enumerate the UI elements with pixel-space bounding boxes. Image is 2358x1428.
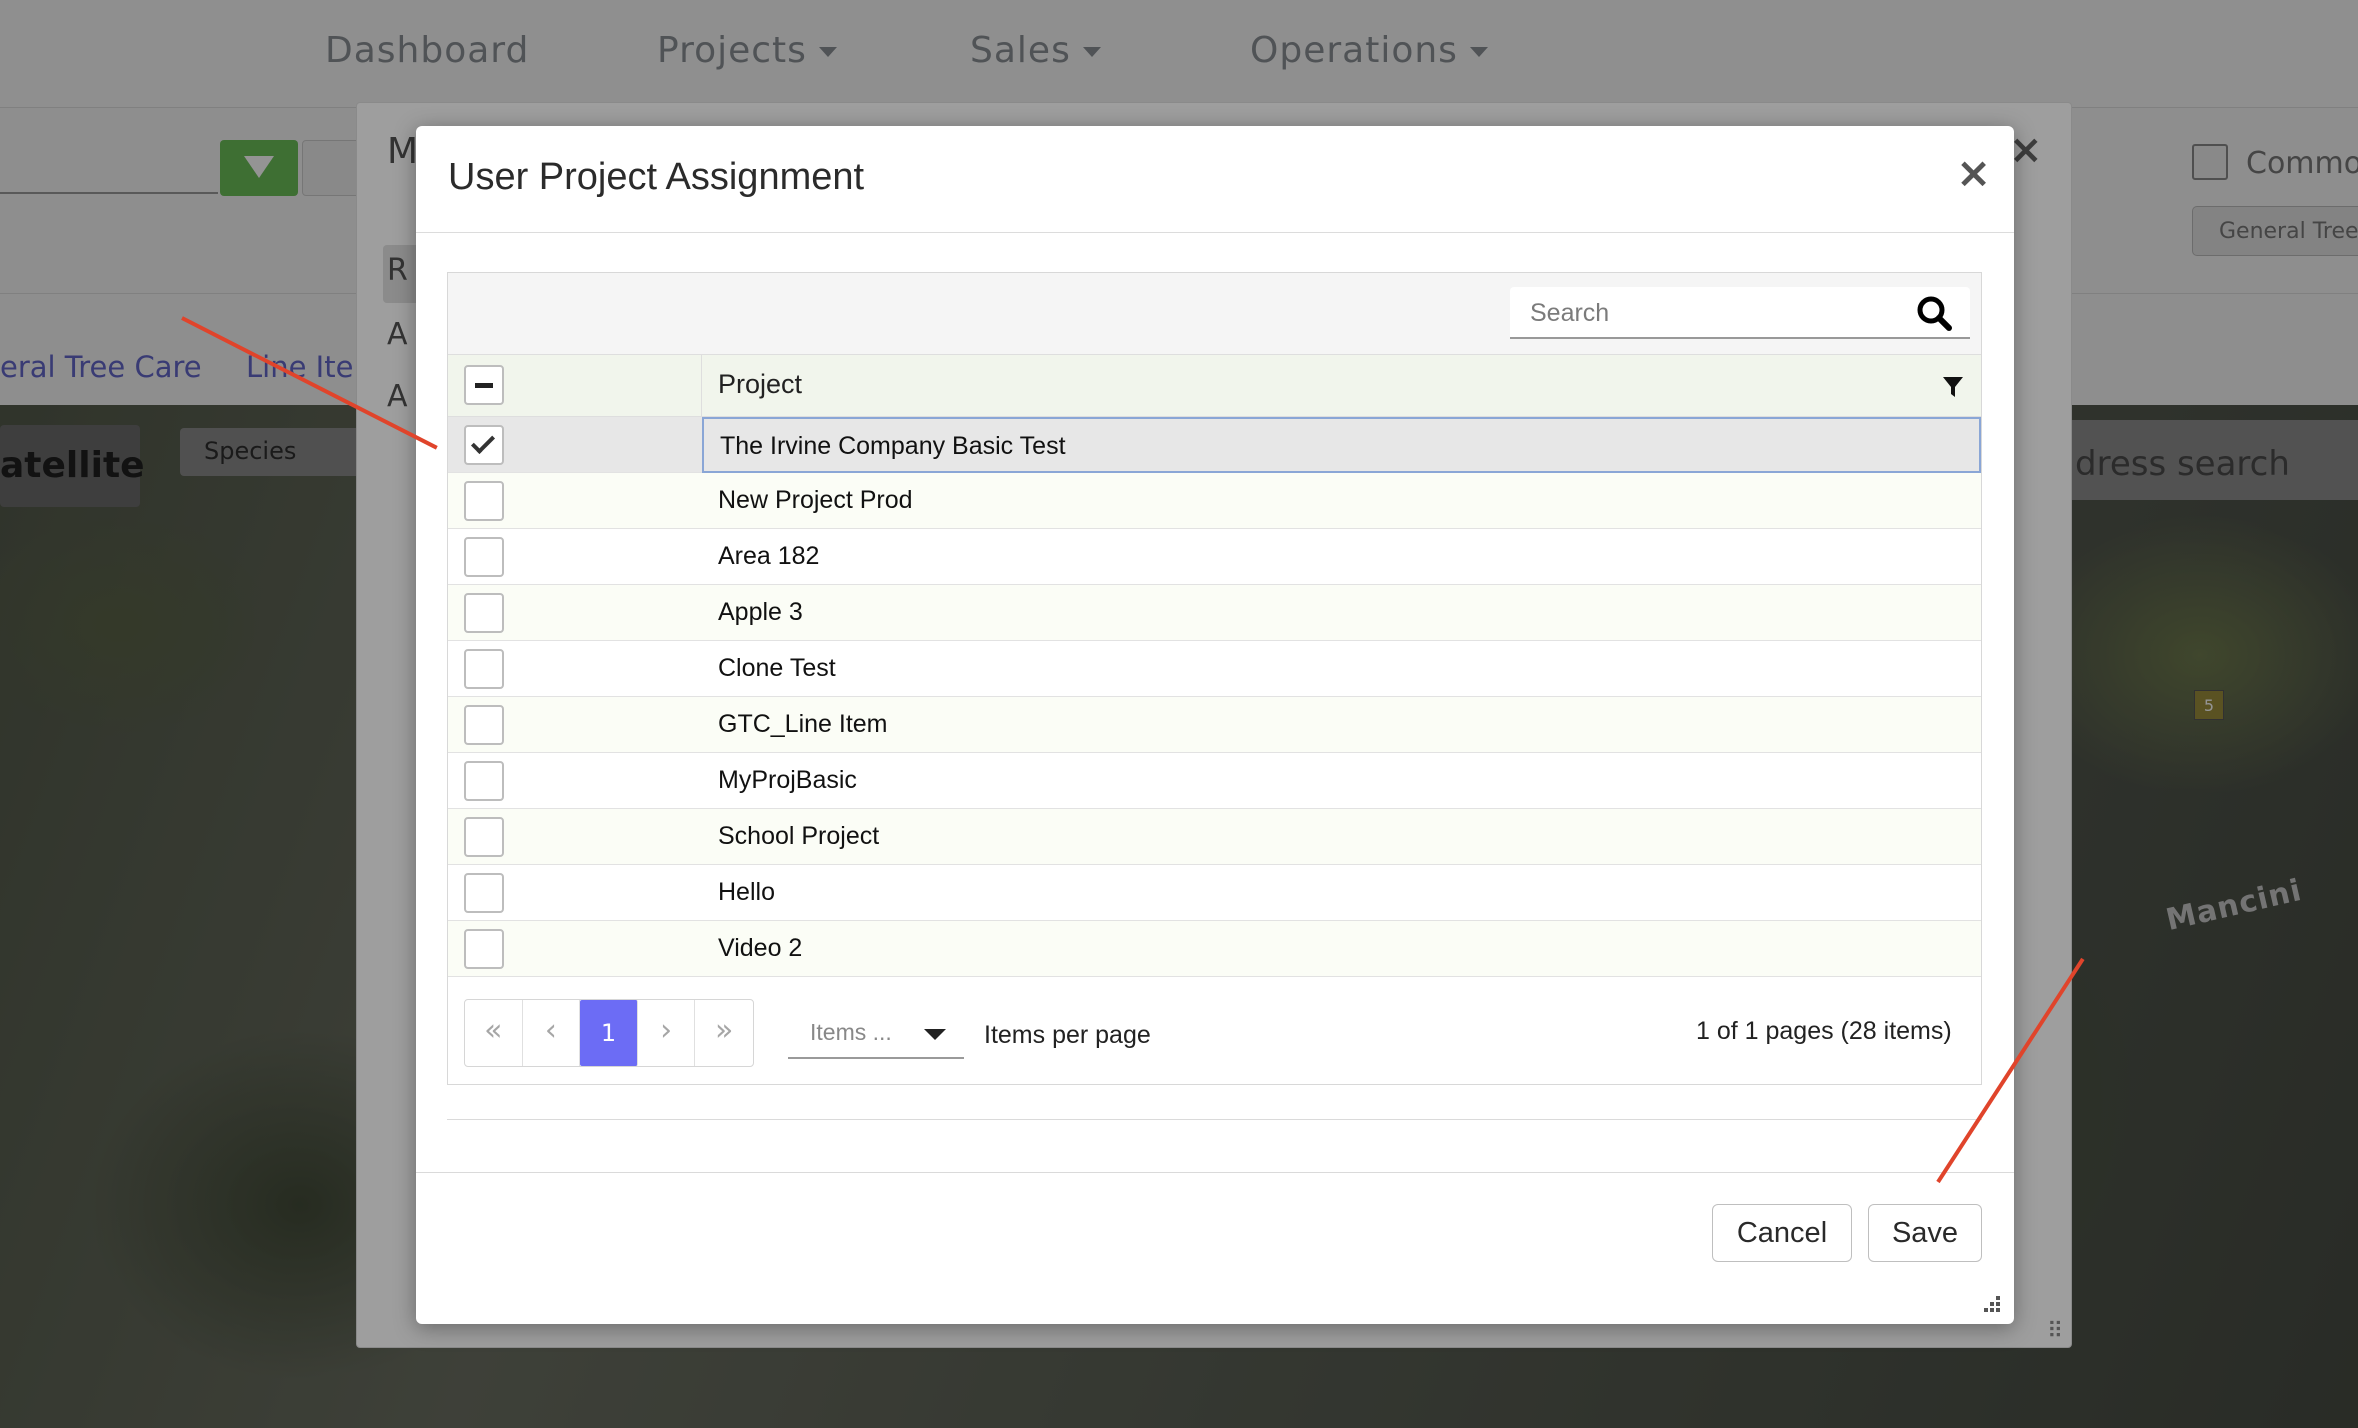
project-name-cell[interactable]: Video 2 xyxy=(702,921,1981,977)
user-project-assignment-dialog: User Project Assignment × Project The Ir… xyxy=(416,126,2014,1324)
table-row[interactable]: GTC_Line Item xyxy=(448,697,1981,753)
table-row[interactable]: Hello xyxy=(448,865,1981,921)
search-box xyxy=(1510,287,1970,339)
project-name-cell[interactable]: Area 182 xyxy=(702,529,1981,585)
project-name-cell[interactable]: Apple 3 xyxy=(702,585,1981,641)
resize-grip-icon[interactable]: ⠿ xyxy=(2047,1319,2063,1344)
row-checkbox[interactable] xyxy=(464,649,504,689)
checkmark-icon xyxy=(470,429,496,455)
row-checkbox[interactable] xyxy=(464,593,504,633)
grid-toolbar xyxy=(448,273,1981,355)
table-row[interactable]: School Project xyxy=(448,809,1981,865)
save-button[interactable]: Save xyxy=(1868,1204,1982,1262)
dialog-title: User Project Assignment xyxy=(448,156,865,198)
select-all-checkbox[interactable] xyxy=(464,365,504,405)
first-page-icon[interactable]: « xyxy=(465,1000,523,1066)
pager: « ‹ 1 › » Items ... Items per page 1 of … xyxy=(448,983,1981,1083)
project-name-cell[interactable]: School Project xyxy=(702,809,1981,865)
items-per-page-value: Items ... xyxy=(810,1019,892,1045)
project-grid: Project The Irvine Company Basic TestNew… xyxy=(447,272,1982,1085)
row-checkbox[interactable] xyxy=(464,761,504,801)
select-all-cell xyxy=(448,355,702,417)
table-row[interactable]: MyProjBasic xyxy=(448,753,1981,809)
project-name-cell[interactable]: GTC_Line Item xyxy=(702,697,1981,753)
row-checkbox[interactable] xyxy=(464,425,504,465)
row-checkbox[interactable] xyxy=(464,817,504,857)
project-name-cell[interactable]: MyProjBasic xyxy=(702,753,1981,809)
project-name-cell[interactable]: Hello xyxy=(702,865,1981,921)
table-row[interactable]: Video 2 xyxy=(448,921,1981,977)
table-row[interactable]: New Project Prod xyxy=(448,473,1981,529)
items-per-page-select[interactable]: Items ... xyxy=(788,1009,964,1059)
column-header-project[interactable]: Project xyxy=(718,369,802,400)
background-modal-letter: A xyxy=(387,379,408,414)
project-name-cell[interactable]: Clone Test xyxy=(702,641,1981,697)
row-checkbox[interactable] xyxy=(464,481,504,521)
table-row[interactable]: Apple 3 xyxy=(448,585,1981,641)
background-modal-title: M xyxy=(387,131,419,172)
grid-header: Project xyxy=(448,355,1981,417)
divider xyxy=(447,1119,1982,1120)
row-checkbox[interactable] xyxy=(464,873,504,913)
previous-page-icon[interactable]: ‹ xyxy=(523,1000,581,1066)
table-row[interactable]: Clone Test xyxy=(448,641,1981,697)
chevron-down-icon xyxy=(924,1029,946,1040)
close-icon[interactable]: × xyxy=(2009,127,2043,173)
resize-grip-icon[interactable] xyxy=(1980,1292,2002,1314)
divider xyxy=(416,1172,2014,1173)
row-checkbox[interactable] xyxy=(464,705,504,745)
page-number-button[interactable]: 1 xyxy=(580,1000,638,1066)
table-row[interactable]: Area 182 xyxy=(448,529,1981,585)
divider xyxy=(416,232,2014,233)
close-icon[interactable]: × xyxy=(1956,152,1991,194)
background-modal-letter: R xyxy=(387,253,408,288)
row-checkbox[interactable] xyxy=(464,537,504,577)
items-per-page-label: Items per page xyxy=(984,1021,1151,1049)
search-input[interactable] xyxy=(1530,297,1890,329)
pager-buttons: « ‹ 1 › » xyxy=(464,999,754,1067)
row-checkbox[interactable] xyxy=(464,929,504,969)
cancel-button[interactable]: Cancel xyxy=(1712,1204,1852,1262)
background-modal-letter: A xyxy=(387,317,408,352)
next-page-icon[interactable]: › xyxy=(638,1000,696,1066)
page-info: 1 of 1 pages (28 items) xyxy=(1696,1017,1952,1045)
last-page-icon[interactable]: » xyxy=(695,1000,753,1066)
project-name-cell[interactable]: New Project Prod xyxy=(702,473,1981,529)
project-name-cell[interactable]: The Irvine Company Basic Test xyxy=(702,417,1981,473)
table-row[interactable]: The Irvine Company Basic Test xyxy=(448,417,1981,473)
filter-icon[interactable] xyxy=(1942,375,1964,399)
search-icon[interactable] xyxy=(1914,293,1954,333)
